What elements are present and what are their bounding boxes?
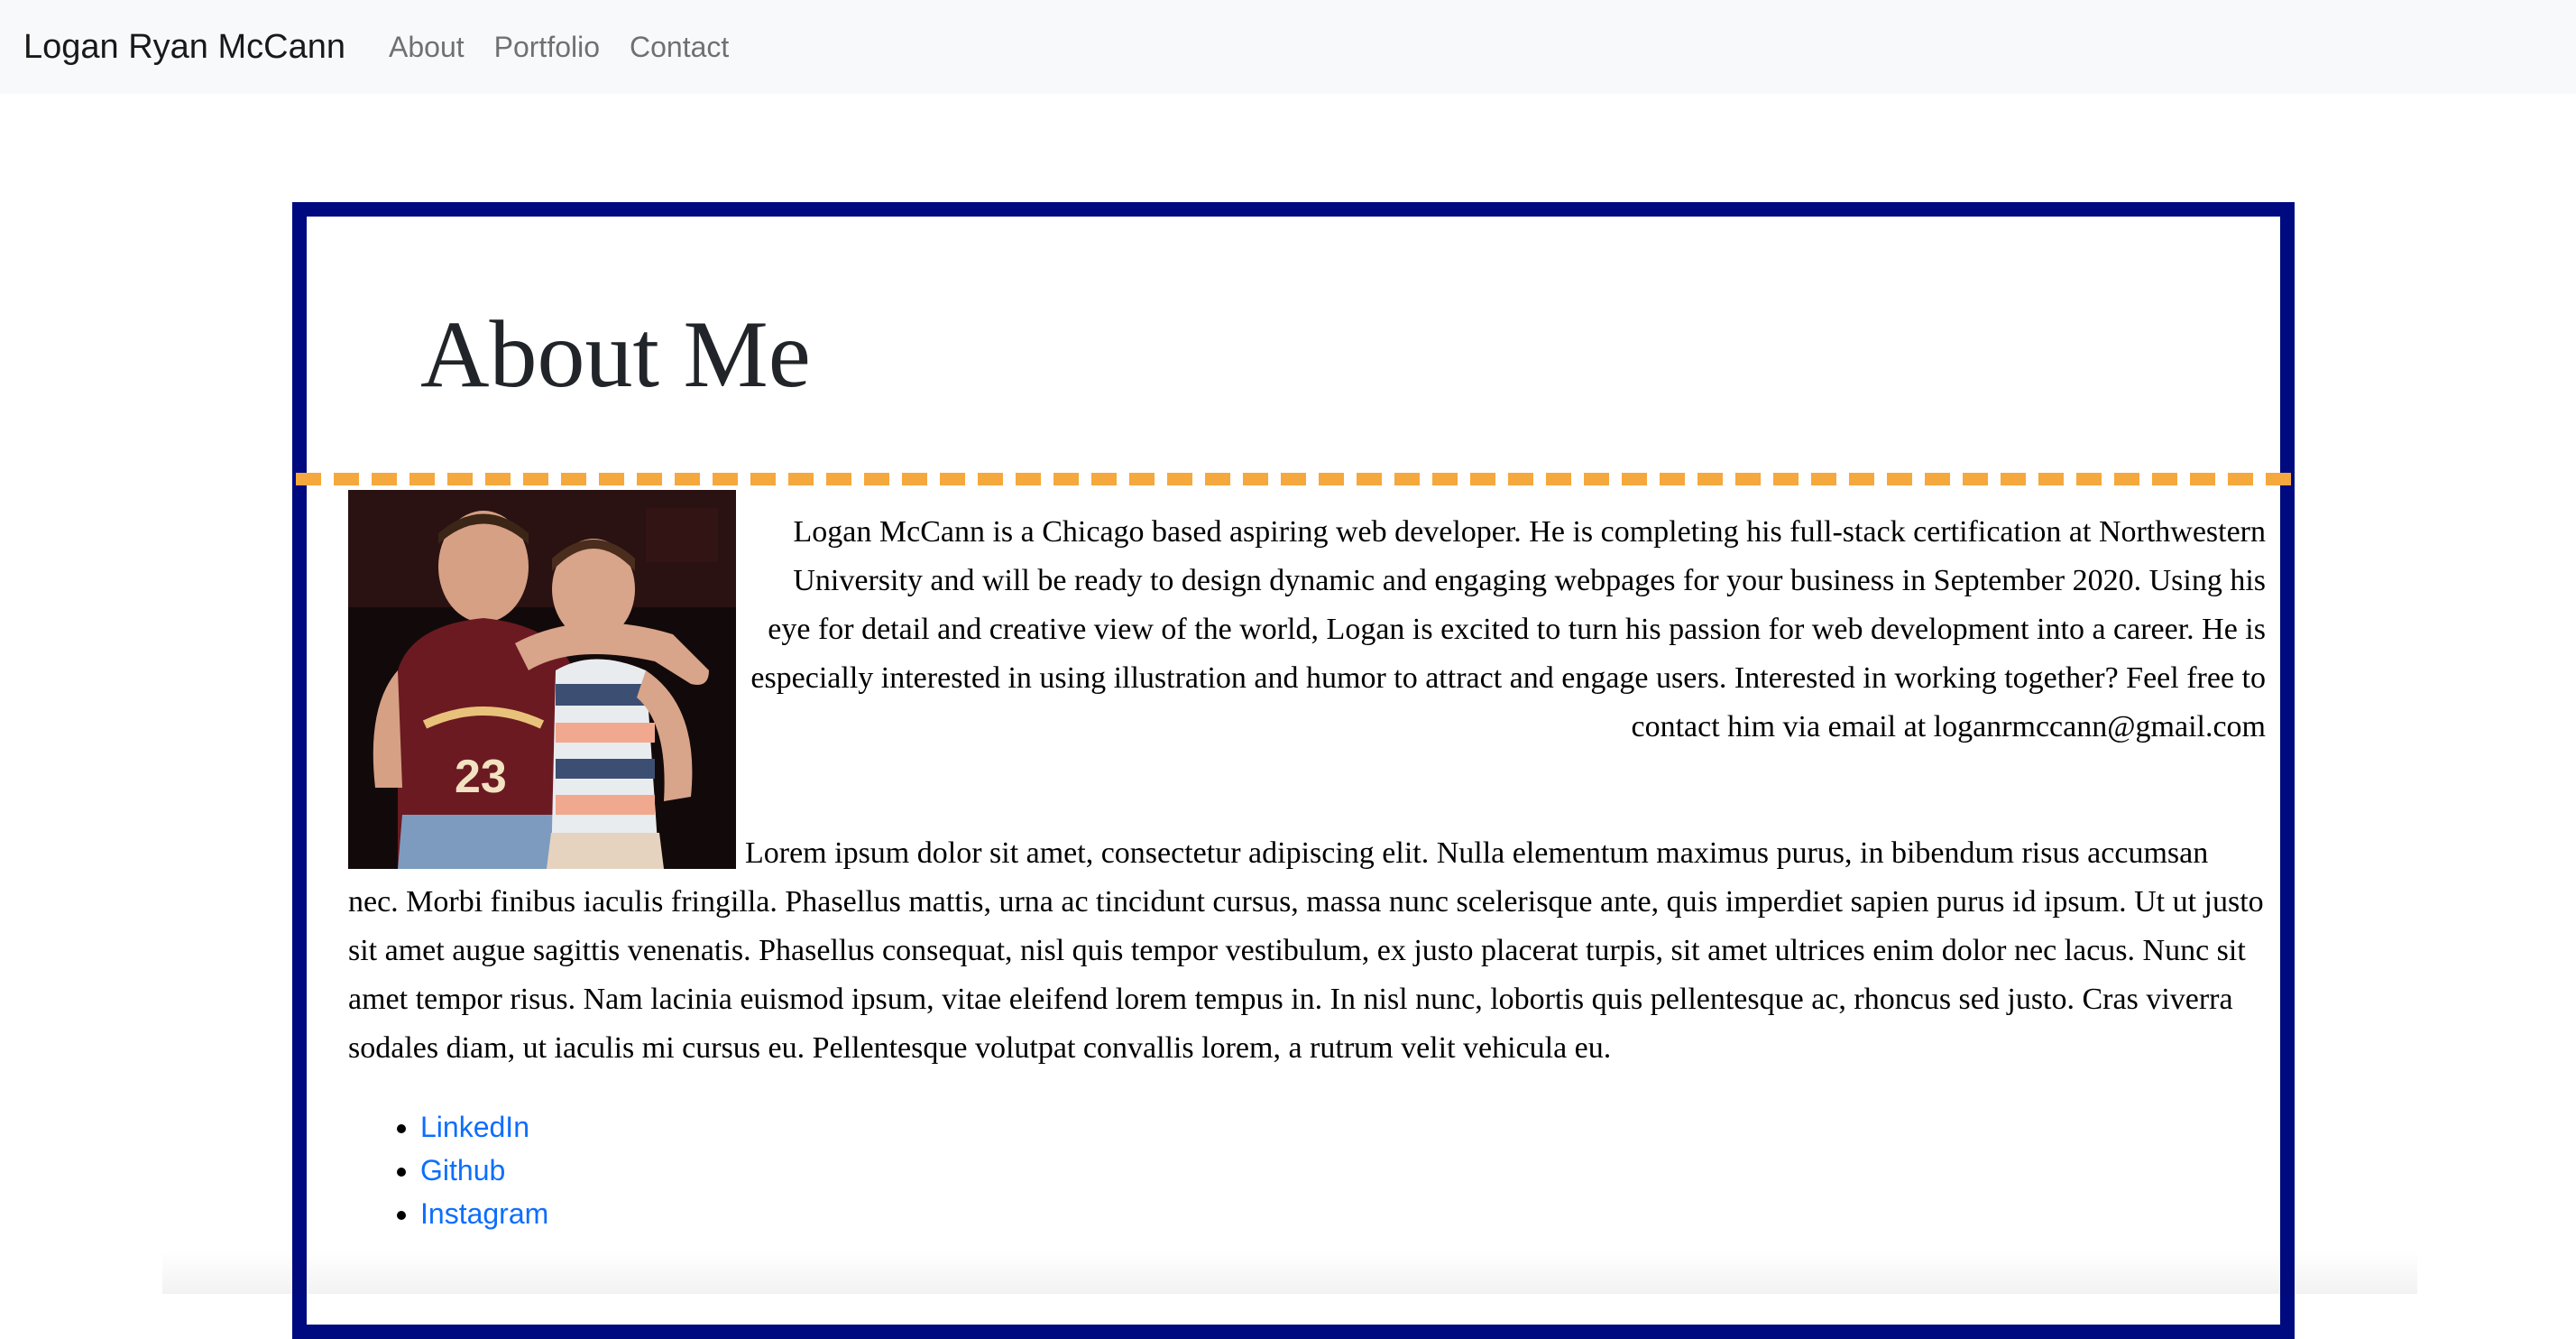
- nav-link-about[interactable]: About: [389, 31, 465, 64]
- nav-link-contact[interactable]: Contact: [630, 31, 729, 64]
- github-link[interactable]: Github: [420, 1154, 505, 1187]
- navbar-brand[interactable]: Logan Ryan McCann: [23, 28, 345, 67]
- social-links-list: LinkedIn Github Instagram: [348, 1105, 2266, 1235]
- navbar: Logan Ryan McCann About Portfolio Contac…: [0, 0, 2576, 94]
- list-item: LinkedIn: [420, 1105, 2266, 1149]
- intro-paragraph: Logan McCann is a Chicago based aspiring…: [750, 515, 2266, 743]
- list-item: Instagram: [420, 1192, 2266, 1235]
- lorem-paragraph: Lorem ipsum dolor sit amet, consectetur …: [348, 836, 2264, 1065]
- about-text: Logan McCann is a Chicago based aspiring…: [348, 508, 2266, 1235]
- page-title: About Me: [420, 301, 811, 407]
- list-item: Github: [420, 1149, 2266, 1192]
- about-card: About Me 23 Logan McCann is a Chicago ba…: [292, 202, 2295, 1339]
- linkedin-link[interactable]: LinkedIn: [420, 1111, 529, 1143]
- instagram-link[interactable]: Instagram: [420, 1197, 548, 1230]
- nav-link-portfolio[interactable]: Portfolio: [494, 31, 600, 64]
- dashed-divider: [296, 473, 2291, 485]
